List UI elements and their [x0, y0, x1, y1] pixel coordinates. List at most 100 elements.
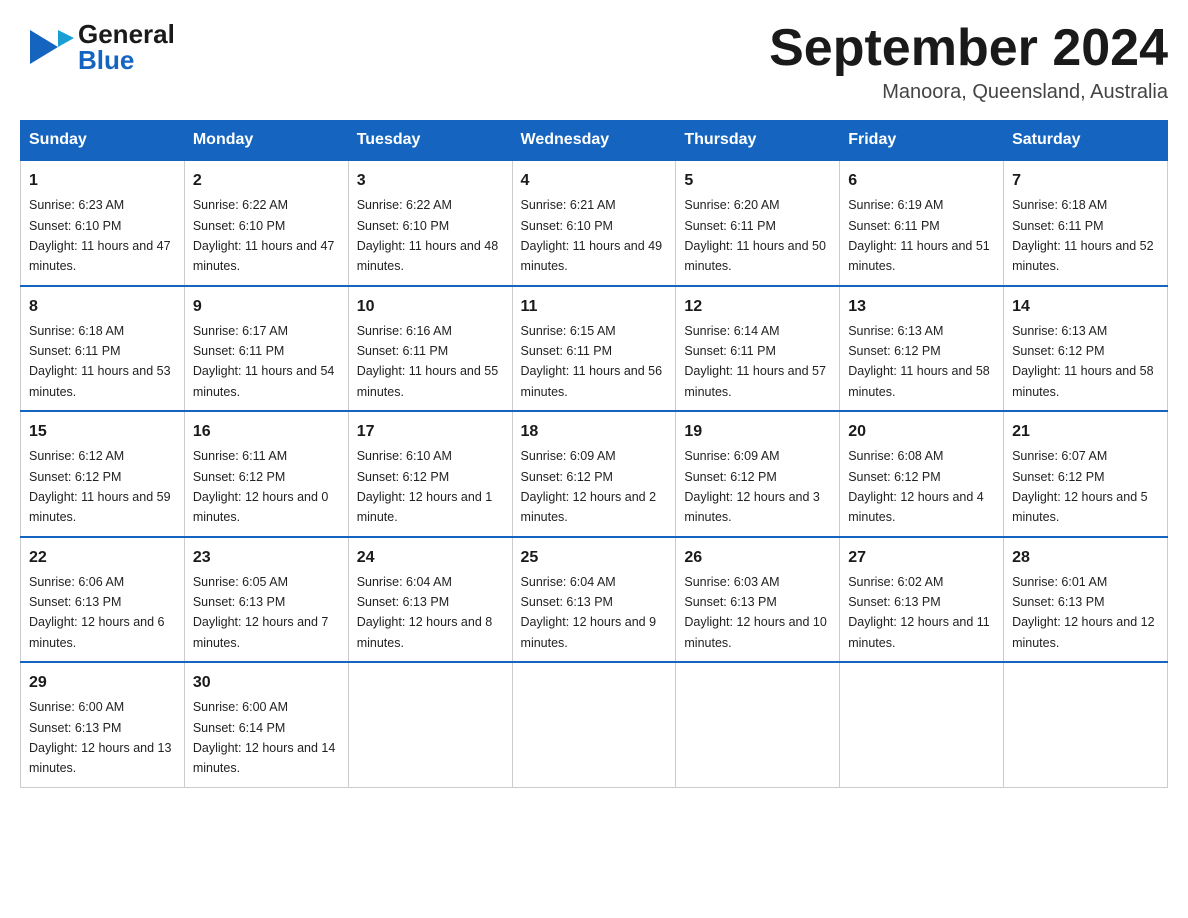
- day-number: 14: [1012, 295, 1159, 319]
- day-cell-27: 27Sunrise: 6:02 AMSunset: 6:13 PMDayligh…: [840, 537, 1004, 663]
- day-number: 17: [357, 420, 504, 444]
- day-info: Sunrise: 6:14 AMSunset: 6:11 PMDaylight:…: [684, 324, 826, 399]
- header: General Blue September 2024 Manoora, Que…: [20, 20, 1168, 104]
- day-number: 23: [193, 546, 340, 570]
- day-cell-28: 28 Sunrise: 6:01 AMSunset: 6:13 PMDayligh…: [1004, 537, 1168, 663]
- day-cell-18: 18 Sunrise: 6:09 AMSunset: 6:12 PMDayligh…: [512, 411, 676, 537]
- col-header-saturday: Saturday: [1004, 121, 1168, 161]
- day-cell-8: 8 Sunrise: 6:18 AMSunset: 6:11 PMDaylight…: [21, 286, 185, 412]
- day-cell-16: 16 Sunrise: 6:11 AMSunset: 6:12 PMDayligh…: [184, 411, 348, 537]
- day-info: Sunrise: 6:20 AMSunset: 6:11 PMDaylight:…: [684, 198, 826, 273]
- day-number: 21: [1012, 420, 1159, 444]
- day-info: Sunrise: 6:18 AMSunset: 6:11 PMDaylight:…: [29, 324, 171, 399]
- logo-icon: [20, 20, 74, 74]
- day-number: 13: [848, 295, 995, 319]
- day-cell-15: 15 Sunrise: 6:12 AMSunset: 6:12 PMDayligh…: [21, 411, 185, 537]
- week-row-3: 15 Sunrise: 6:12 AMSunset: 6:12 PMDayligh…: [21, 411, 1168, 537]
- day-number: 16: [193, 420, 340, 444]
- day-number: 3: [357, 169, 504, 193]
- empty-cell: [512, 662, 676, 787]
- day-number: 9: [193, 295, 340, 319]
- day-cell-13: 13Sunrise: 6:13 AMSunset: 6:12 PMDayligh…: [840, 286, 1004, 412]
- logo-text: General Blue: [78, 21, 175, 73]
- day-info: Sunrise: 6:09 AMSunset: 6:12 PMDaylight:…: [684, 449, 820, 524]
- day-number: 27: [848, 546, 995, 570]
- days-of-week-row: SundayMondayTuesdayWednesdayThursdayFrid…: [21, 121, 1168, 161]
- day-number: 12: [684, 295, 831, 319]
- day-info: Sunrise: 6:09 AMSunset: 6:12 PMDaylight:…: [521, 449, 657, 524]
- day-number: 30: [193, 671, 340, 695]
- day-number: 19: [684, 420, 831, 444]
- day-number: 25: [521, 546, 668, 570]
- day-number: 5: [684, 169, 831, 193]
- day-cell-11: 11 Sunrise: 6:15 AMSunset: 6:11 PMDayligh…: [512, 286, 676, 412]
- col-header-thursday: Thursday: [676, 121, 840, 161]
- week-row-5: 29Sunrise: 6:00 AMSunset: 6:13 PMDayligh…: [21, 662, 1168, 787]
- col-header-monday: Monday: [184, 121, 348, 161]
- day-number: 15: [29, 420, 176, 444]
- day-number: 4: [521, 169, 668, 193]
- day-cell-19: 19 Sunrise: 6:09 AMSunset: 6:12 PMDayligh…: [676, 411, 840, 537]
- day-info: Sunrise: 6:11 AMSunset: 6:12 PMDaylight:…: [193, 449, 329, 524]
- day-number: 7: [1012, 169, 1159, 193]
- day-cell-6: 6 Sunrise: 6:19 AMSunset: 6:11 PMDaylight…: [840, 160, 1004, 286]
- day-number: 22: [29, 546, 176, 570]
- day-info: Sunrise: 6:15 AMSunset: 6:11 PMDaylight:…: [521, 324, 663, 399]
- day-info: Sunrise: 6:13 AMSunset: 6:12 PMDaylight:…: [1012, 324, 1154, 399]
- day-number: 1: [29, 169, 176, 193]
- day-cell-4: 4 Sunrise: 6:21 AMSunset: 6:10 PMDaylight…: [512, 160, 676, 286]
- col-header-friday: Friday: [840, 121, 1004, 161]
- day-cell-17: 17 Sunrise: 6:10 AMSunset: 6:12 PMDayligh…: [348, 411, 512, 537]
- day-info: Sunrise: 6:17 AMSunset: 6:11 PMDaylight:…: [193, 324, 335, 399]
- month-title: September 2024: [769, 20, 1168, 77]
- day-cell-26: 26Sunrise: 6:03 AMSunset: 6:13 PMDayligh…: [676, 537, 840, 663]
- day-number: 2: [193, 169, 340, 193]
- day-cell-1: 1Sunrise: 6:23 AMSunset: 6:10 PMDaylight…: [21, 160, 185, 286]
- day-info: Sunrise: 6:07 AMSunset: 6:12 PMDaylight:…: [1012, 449, 1148, 524]
- day-info: Sunrise: 6:06 AMSunset: 6:13 PMDaylight:…: [29, 575, 165, 650]
- day-info: Sunrise: 6:16 AMSunset: 6:11 PMDaylight:…: [357, 324, 499, 399]
- empty-cell: [348, 662, 512, 787]
- day-cell-5: 5 Sunrise: 6:20 AMSunset: 6:11 PMDaylight…: [676, 160, 840, 286]
- empty-cell: [676, 662, 840, 787]
- day-info: Sunrise: 6:05 AMSunset: 6:13 PMDaylight:…: [193, 575, 329, 650]
- day-info: Sunrise: 6:19 AMSunset: 6:11 PMDaylight:…: [848, 198, 990, 273]
- col-header-sunday: Sunday: [21, 121, 185, 161]
- week-row-2: 8 Sunrise: 6:18 AMSunset: 6:11 PMDaylight…: [21, 286, 1168, 412]
- day-number: 6: [848, 169, 995, 193]
- day-cell-10: 10 Sunrise: 6:16 AMSunset: 6:11 PMDayligh…: [348, 286, 512, 412]
- day-cell-23: 23 Sunrise: 6:05 AMSunset: 6:13 PMDayligh…: [184, 537, 348, 663]
- day-number: 18: [521, 420, 668, 444]
- location-title: Manoora, Queensland, Australia: [769, 81, 1168, 104]
- day-info: Sunrise: 6:22 AMSunset: 6:10 PMDaylight:…: [357, 198, 499, 273]
- title-area: September 2024 Manoora, Queensland, Aust…: [769, 20, 1168, 104]
- week-row-4: 22 Sunrise: 6:06 AMSunset: 6:13 PMDayligh…: [21, 537, 1168, 663]
- empty-cell: [1004, 662, 1168, 787]
- day-cell-21: 21 Sunrise: 6:07 AMSunset: 6:12 PMDayligh…: [1004, 411, 1168, 537]
- day-number: 11: [521, 295, 668, 319]
- day-number: 28: [1012, 546, 1159, 570]
- day-number: 20: [848, 420, 995, 444]
- day-cell-3: 3 Sunrise: 6:22 AMSunset: 6:10 PMDaylight…: [348, 160, 512, 286]
- day-cell-14: 14 Sunrise: 6:13 AMSunset: 6:12 PMDayligh…: [1004, 286, 1168, 412]
- col-header-tuesday: Tuesday: [348, 121, 512, 161]
- day-cell-12: 12 Sunrise: 6:14 AMSunset: 6:11 PMDayligh…: [676, 286, 840, 412]
- day-number: 10: [357, 295, 504, 319]
- week-row-1: 1Sunrise: 6:23 AMSunset: 6:10 PMDaylight…: [21, 160, 1168, 286]
- day-info: Sunrise: 6:03 AMSunset: 6:13 PMDaylight:…: [684, 575, 826, 650]
- day-number: 29: [29, 671, 176, 695]
- day-info: Sunrise: 6:04 AMSunset: 6:13 PMDaylight:…: [357, 575, 493, 650]
- day-cell-29: 29Sunrise: 6:00 AMSunset: 6:13 PMDayligh…: [21, 662, 185, 787]
- day-number: 24: [357, 546, 504, 570]
- day-info: Sunrise: 6:12 AMSunset: 6:12 PMDaylight:…: [29, 449, 171, 524]
- day-cell-7: 7Sunrise: 6:18 AMSunset: 6:11 PMDaylight…: [1004, 160, 1168, 286]
- day-cell-30: 30Sunrise: 6:00 AMSunset: 6:14 PMDayligh…: [184, 662, 348, 787]
- day-info: Sunrise: 6:22 AMSunset: 6:10 PMDaylight:…: [193, 198, 335, 273]
- day-cell-20: 20Sunrise: 6:08 AMSunset: 6:12 PMDayligh…: [840, 411, 1004, 537]
- day-info: Sunrise: 6:21 AMSunset: 6:10 PMDaylight:…: [521, 198, 663, 273]
- logo: General Blue: [20, 20, 175, 74]
- day-info: Sunrise: 6:10 AMSunset: 6:12 PMDaylight:…: [357, 449, 493, 524]
- day-info: Sunrise: 6:01 AMSunset: 6:13 PMDaylight:…: [1012, 575, 1154, 650]
- day-number: 8: [29, 295, 176, 319]
- day-cell-9: 9 Sunrise: 6:17 AMSunset: 6:11 PMDaylight…: [184, 286, 348, 412]
